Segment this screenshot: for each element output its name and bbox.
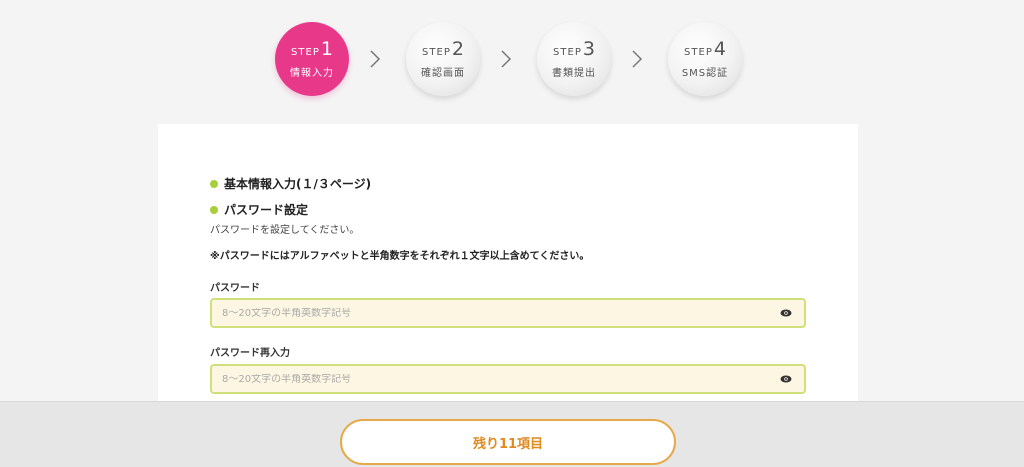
remaining-items-button[interactable]: 残り11項目	[340, 419, 676, 465]
step-2-label: 確認画面	[421, 67, 465, 79]
step-4-number: 4	[713, 37, 726, 60]
chevron-right-icon	[626, 48, 648, 70]
step-4-word: STEP	[684, 46, 713, 58]
eye-icon[interactable]	[776, 369, 796, 389]
password-confirm-label: パスワード再入力	[210, 348, 290, 359]
bullet-dot-icon	[210, 205, 218, 214]
section-password-title: パスワード設定	[224, 203, 309, 217]
step-1-word: STEP	[291, 46, 320, 58]
step-3: STEP 3 書類提出	[537, 22, 611, 96]
bullet-dot-icon	[210, 179, 218, 188]
step-2: STEP 2 確認画面	[406, 22, 480, 96]
form-card: 基本情報入力(１/３ページ) パスワード設定 パスワードを設定してください。 ※…	[158, 124, 858, 414]
section-basic-title: 基本情報入力(１/３ページ)	[224, 177, 372, 191]
password-confirm-input[interactable]	[222, 373, 776, 385]
chevron-right-icon	[364, 48, 386, 70]
chevron-right-icon	[495, 48, 517, 70]
password-input[interactable]	[222, 307, 776, 319]
password-note: ※パスワードにはアルファベットと半角数字をそれぞれ１文字以上含めてください。	[210, 251, 590, 262]
step-2-number: 2	[451, 37, 464, 60]
step-1-number: 1	[320, 37, 333, 60]
step-3-number: 3	[582, 37, 595, 60]
bottom-bar: 残り11項目	[0, 401, 1024, 467]
password-label: パスワード	[210, 283, 260, 294]
step-progress: STEP 1 情報入力 STEP 2 確認画面 STEP 3 書類提出 STEP…	[0, 22, 1024, 98]
step-2-word: STEP	[422, 46, 451, 58]
step-1: STEP 1 情報入力	[275, 22, 349, 96]
eye-icon[interactable]	[776, 303, 796, 323]
password-confirm-field[interactable]	[210, 364, 806, 394]
password-field[interactable]	[210, 298, 806, 328]
step-1-label: 情報入力	[290, 67, 334, 79]
section-password: パスワード設定	[210, 201, 308, 218]
step-4-label: SMS認証	[681, 67, 729, 79]
step-3-word: STEP	[553, 46, 582, 58]
step-4: STEP 4 SMS認証	[668, 22, 742, 96]
section-basic-info: 基本情報入力(１/３ページ)	[210, 175, 371, 192]
password-help-text: パスワードを設定してください。	[210, 225, 360, 236]
remaining-items-label: 残り11項目	[472, 436, 544, 452]
step-3-label: 書類提出	[552, 67, 596, 79]
